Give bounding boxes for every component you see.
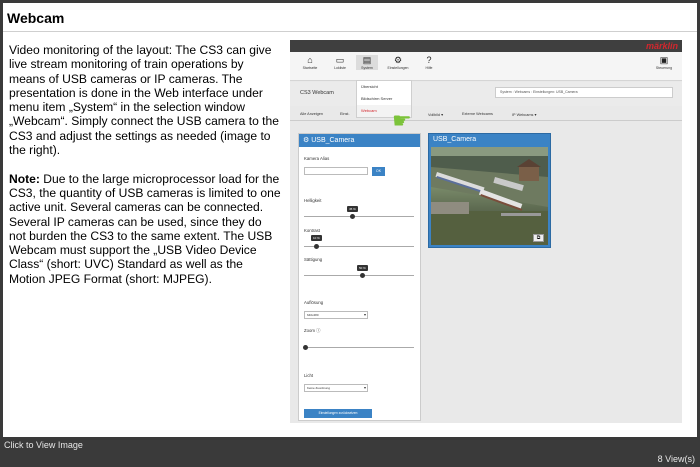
tab-show-all[interactable]: Alle Anzeigen xyxy=(300,112,323,116)
contrast-handle[interactable] xyxy=(314,244,319,249)
main-toolbar: ⌂ Startseite ▭ Lokliste ▤ System ⚙ Einstellu… xyxy=(290,52,682,81)
cs3-webcam-title: CS3 Webcam xyxy=(300,90,334,96)
camera-preview-panel: USB_Camera ⧉ xyxy=(428,133,551,248)
alias-input[interactable] xyxy=(304,167,368,175)
alias-label: Kamera Alias xyxy=(304,156,330,161)
tab-ip-webcams[interactable]: IP Webcams ▾ xyxy=(512,112,536,117)
contrast-label: Kontrast xyxy=(304,228,321,233)
loco-list-icon: ▭ xyxy=(335,55,345,65)
note-text: Due to the large microprocessor load for… xyxy=(9,171,281,286)
zoom-handle[interactable] xyxy=(303,345,308,350)
toolbar-home[interactable]: ⌂ Startseite xyxy=(299,55,321,70)
chevron-down-icon: ▾ xyxy=(363,385,366,390)
resolution-select[interactable]: 640x480 ▾ xyxy=(304,311,368,319)
saturation-slider[interactable] xyxy=(304,275,414,276)
zoom-label: Zoom ⓘ xyxy=(304,328,321,333)
page-title: Webcam xyxy=(7,10,65,26)
title-bar: Webcam xyxy=(3,3,697,32)
light-select[interactable]: Keine Zuordnung ▾ xyxy=(304,384,368,392)
content-frame: Webcam Video monitoring of the layout: T… xyxy=(3,3,697,437)
expand-icon[interactable]: ⧉ xyxy=(533,234,544,242)
webcam-tabs: Alle Anzeigen Einst. Vollbild ▾ Externe … xyxy=(290,110,682,121)
brightness-slider[interactable] xyxy=(304,216,414,217)
tab-settings[interactable]: Einst. xyxy=(340,112,350,116)
marklin-logo: märklin xyxy=(645,41,678,51)
breadcrumb: System : Webcams : Einstellungen: USB_Ca… xyxy=(495,87,673,98)
ok-button[interactable]: OK xyxy=(372,167,385,176)
toolbar-settings[interactable]: ⚙ Einstellungen xyxy=(387,55,409,70)
view-count: 8 View(s) xyxy=(657,454,695,464)
resolution-label: Auflösung xyxy=(304,300,324,305)
gear-icon: ⚙ xyxy=(393,55,403,65)
contrast-slider[interactable] xyxy=(304,246,414,247)
paragraph-2: Note: Due to the large microprocessor lo… xyxy=(9,172,281,286)
reset-settings-button[interactable]: Einstellungen zurücksetzen xyxy=(304,409,372,418)
chevron-down-icon: ▾ xyxy=(363,312,366,317)
light-label: Licht xyxy=(304,373,314,378)
brightness-label: Helligkeit xyxy=(304,198,322,203)
toolbar-system[interactable]: ▤ System xyxy=(356,55,378,70)
brightness-value: 45 % xyxy=(347,206,358,212)
pointing-hand-icon: ☛ xyxy=(392,108,412,133)
app-top-bar: märklin xyxy=(290,40,682,52)
menu-item-screen-server[interactable]: Bildschirm Server xyxy=(357,93,411,105)
click-to-view-link[interactable]: Click to View Image xyxy=(4,440,83,450)
note-label: Note: xyxy=(9,171,40,186)
model-railway-image xyxy=(431,147,548,245)
tab-fullscreen[interactable]: Vollbild ▾ xyxy=(428,112,443,117)
camera-live-view[interactable]: ⧉ xyxy=(431,147,548,245)
system-icon: ▤ xyxy=(362,55,372,65)
panel-title: ⚙ USB_Camera xyxy=(299,134,420,147)
home-icon: ⌂ xyxy=(307,55,313,65)
saturation-value: 50 % xyxy=(357,265,368,271)
control-icon: ▣ xyxy=(659,55,669,65)
cs3-screenshot[interactable]: märklin ⌂ Startseite ▭ Lokliste ▤ System ⚙ E… xyxy=(290,40,682,423)
toolbar-control[interactable]: ▣ Steuerung xyxy=(653,55,675,70)
camera-settings-panel: ⚙ USB_Camera Kamera Alias OK Helligkeit … xyxy=(298,133,421,421)
menu-item-overview[interactable]: Übersicht xyxy=(357,81,411,93)
camera-title: USB_Camera xyxy=(433,136,477,143)
saturation-label: Sättigung xyxy=(304,257,323,262)
description-text: Video monitoring of the layout: The CS3 … xyxy=(9,43,281,300)
toolbar-help[interactable]: ? Hilfe xyxy=(418,55,440,70)
toolbar-lokliste[interactable]: ▭ Lokliste xyxy=(329,55,351,70)
brightness-handle[interactable] xyxy=(350,214,355,219)
help-icon: ? xyxy=(426,55,432,65)
paragraph-1: Video monitoring of the layout: The CS3 … xyxy=(9,43,279,158)
contrast-value: 10 % xyxy=(311,235,322,241)
saturation-handle[interactable] xyxy=(360,273,365,278)
tab-external-webcams[interactable]: Externe Webcams xyxy=(462,112,493,116)
zoom-slider[interactable] xyxy=(304,347,414,348)
